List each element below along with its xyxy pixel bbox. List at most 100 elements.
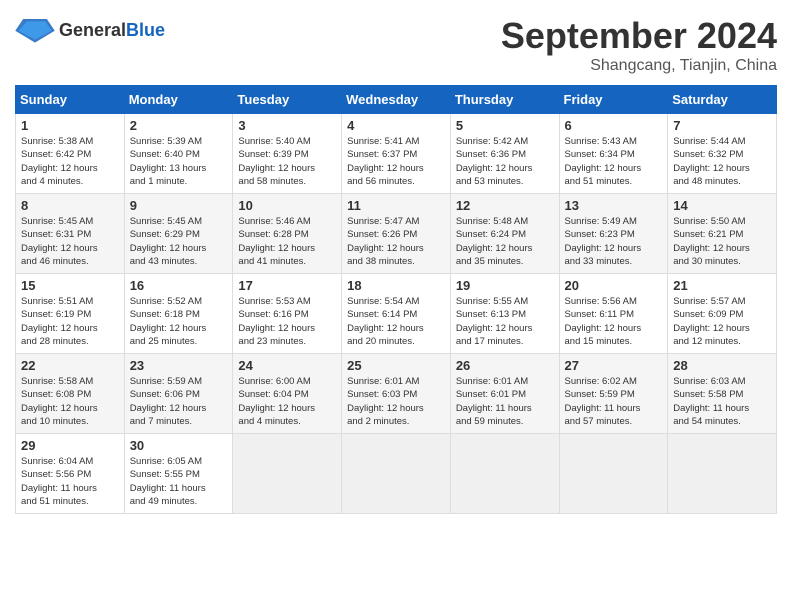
calendar-day-27: 27 Sunrise: 6:02 AM Sunset: 5:59 PM Dayli…: [559, 354, 668, 434]
day-info: Sunrise: 5:45 AM Sunset: 6:31 PM Dayligh…: [21, 215, 119, 268]
day-info: Sunrise: 5:59 AM Sunset: 6:06 PM Dayligh…: [130, 375, 228, 428]
calendar-week-row: 15 Sunrise: 5:51 AM Sunset: 6:19 PM Dayli…: [16, 274, 777, 354]
day-number: 15: [21, 278, 119, 293]
day-number: 5: [456, 118, 554, 133]
calendar-day-4: 4Sunrise: 5:41 AM Sunset: 6:37 PM Daylig…: [342, 114, 451, 194]
calendar-day-11: 11 Sunrise: 5:47 AM Sunset: 6:26 PM Dayli…: [342, 194, 451, 274]
col-header-friday: Friday: [559, 86, 668, 114]
day-number: 26: [456, 358, 554, 373]
day-info: Sunrise: 5:48 AM Sunset: 6:24 PM Dayligh…: [456, 215, 554, 268]
day-number: 18: [347, 278, 445, 293]
day-info: Sunrise: 5:53 AM Sunset: 6:16 PM Dayligh…: [238, 295, 336, 348]
header: GeneralBlue September 2024 Shangcang, Ti…: [15, 15, 777, 75]
calendar-day-26: 26 Sunrise: 6:01 AM Sunset: 6:01 PM Dayli…: [450, 354, 559, 434]
calendar-day-28: 28Sunrise: 6:03 AM Sunset: 5:58 PM Dayli…: [668, 354, 777, 434]
day-number: 29: [21, 438, 119, 453]
calendar-week-row: 1 Sunrise: 5:38 AM Sunset: 6:42 PM Daylig…: [16, 114, 777, 194]
calendar-week-row: 22 Sunrise: 5:58 AM Sunset: 6:08 PM Dayli…: [16, 354, 777, 434]
day-number: 30: [130, 438, 228, 453]
day-info: Sunrise: 5:51 AM Sunset: 6:19 PM Dayligh…: [21, 295, 119, 348]
day-info: Sunrise: 5:43 AM Sunset: 6:34 PM Dayligh…: [565, 135, 663, 188]
day-info: Sunrise: 5:56 AM Sunset: 6:11 PM Dayligh…: [565, 295, 663, 348]
calendar-day-24: 24 Sunrise: 6:00 AM Sunset: 6:04 PM Dayli…: [233, 354, 342, 434]
calendar-day-8: 8 Sunrise: 5:45 AM Sunset: 6:31 PM Daylig…: [16, 194, 125, 274]
calendar-day-9: 9Sunrise: 5:45 AM Sunset: 6:29 PM Daylig…: [124, 194, 233, 274]
calendar-day-17: 17 Sunrise: 5:53 AM Sunset: 6:16 PM Dayli…: [233, 274, 342, 354]
month-title: September 2024: [501, 15, 777, 57]
logo-blue: Blue: [126, 20, 165, 40]
calendar-day-empty: [559, 434, 668, 514]
day-number: 4: [347, 118, 445, 133]
day-info: Sunrise: 6:04 AM Sunset: 5:56 PM Dayligh…: [21, 455, 119, 508]
location: Shangcang, Tianjin, China: [501, 57, 777, 75]
calendar-day-5: 5 Sunrise: 5:42 AM Sunset: 6:36 PM Daylig…: [450, 114, 559, 194]
calendar-week-row: 8 Sunrise: 5:45 AM Sunset: 6:31 PM Daylig…: [16, 194, 777, 274]
calendar-day-22: 22 Sunrise: 5:58 AM Sunset: 6:08 PM Dayli…: [16, 354, 125, 434]
day-info: Sunrise: 6:03 AM Sunset: 5:58 PM Dayligh…: [673, 375, 771, 428]
col-header-thursday: Thursday: [450, 86, 559, 114]
logo-icon: [15, 15, 55, 45]
day-info: Sunrise: 5:40 AM Sunset: 6:39 PM Dayligh…: [238, 135, 336, 188]
day-info: Sunrise: 6:02 AM Sunset: 5:59 PM Dayligh…: [565, 375, 663, 428]
calendar-day-13: 13Sunrise: 5:49 AM Sunset: 6:23 PM Dayli…: [559, 194, 668, 274]
calendar-day-empty: [233, 434, 342, 514]
col-header-tuesday: Tuesday: [233, 86, 342, 114]
day-number: 24: [238, 358, 336, 373]
day-number: 22: [21, 358, 119, 373]
logo: GeneralBlue: [15, 15, 165, 45]
calendar-day-16: 16 Sunrise: 5:52 AM Sunset: 6:18 PM Dayli…: [124, 274, 233, 354]
day-number: 3: [238, 118, 336, 133]
day-number: 23: [130, 358, 228, 373]
day-info: Sunrise: 6:05 AM Sunset: 5:55 PM Dayligh…: [130, 455, 228, 508]
day-number: 8: [21, 198, 119, 213]
calendar-day-12: 12 Sunrise: 5:48 AM Sunset: 6:24 PM Dayli…: [450, 194, 559, 274]
col-header-sunday: Sunday: [16, 86, 125, 114]
day-info: Sunrise: 5:46 AM Sunset: 6:28 PM Dayligh…: [238, 215, 336, 268]
calendar-day-20: 20 Sunrise: 5:56 AM Sunset: 6:11 PM Dayli…: [559, 274, 668, 354]
calendar-day-empty: [668, 434, 777, 514]
calendar: SundayMondayTuesdayWednesdayThursdayFrid…: [15, 85, 777, 514]
calendar-day-1: 1 Sunrise: 5:38 AM Sunset: 6:42 PM Daylig…: [16, 114, 125, 194]
day-number: 20: [565, 278, 663, 293]
col-header-wednesday: Wednesday: [342, 86, 451, 114]
day-number: 14: [673, 198, 771, 213]
day-info: Sunrise: 5:58 AM Sunset: 6:08 PM Dayligh…: [21, 375, 119, 428]
day-number: 17: [238, 278, 336, 293]
day-number: 1: [21, 118, 119, 133]
title-block: September 2024 Shangcang, Tianjin, China: [501, 15, 777, 75]
logo-general: General: [59, 20, 126, 40]
calendar-day-6: 6Sunrise: 5:43 AM Sunset: 6:34 PM Daylig…: [559, 114, 668, 194]
day-number: 27: [565, 358, 663, 373]
day-info: Sunrise: 6:01 AM Sunset: 6:03 PM Dayligh…: [347, 375, 445, 428]
day-info: Sunrise: 5:50 AM Sunset: 6:21 PM Dayligh…: [673, 215, 771, 268]
day-info: Sunrise: 5:42 AM Sunset: 6:36 PM Dayligh…: [456, 135, 554, 188]
day-number: 12: [456, 198, 554, 213]
calendar-day-30: 30 Sunrise: 6:05 AM Sunset: 5:55 PM Dayli…: [124, 434, 233, 514]
day-info: Sunrise: 5:52 AM Sunset: 6:18 PM Dayligh…: [130, 295, 228, 348]
col-header-saturday: Saturday: [668, 86, 777, 114]
day-number: 9: [130, 198, 228, 213]
calendar-day-21: 21Sunrise: 5:57 AM Sunset: 6:09 PM Dayli…: [668, 274, 777, 354]
calendar-day-2: 2 Sunrise: 5:39 AM Sunset: 6:40 PM Daylig…: [124, 114, 233, 194]
calendar-day-25: 25 Sunrise: 6:01 AM Sunset: 6:03 PM Dayli…: [342, 354, 451, 434]
calendar-day-7: 7Sunrise: 5:44 AM Sunset: 6:32 PM Daylig…: [668, 114, 777, 194]
day-info: Sunrise: 6:00 AM Sunset: 6:04 PM Dayligh…: [238, 375, 336, 428]
calendar-header-row: SundayMondayTuesdayWednesdayThursdayFrid…: [16, 86, 777, 114]
calendar-day-10: 10Sunrise: 5:46 AM Sunset: 6:28 PM Dayli…: [233, 194, 342, 274]
day-info: Sunrise: 6:01 AM Sunset: 6:01 PM Dayligh…: [456, 375, 554, 428]
day-number: 25: [347, 358, 445, 373]
col-header-monday: Monday: [124, 86, 233, 114]
day-number: 16: [130, 278, 228, 293]
calendar-day-29: 29 Sunrise: 6:04 AM Sunset: 5:56 PM Dayli…: [16, 434, 125, 514]
calendar-day-empty: [450, 434, 559, 514]
day-info: Sunrise: 5:54 AM Sunset: 6:14 PM Dayligh…: [347, 295, 445, 348]
calendar-week-row: 29 Sunrise: 6:04 AM Sunset: 5:56 PM Dayli…: [16, 434, 777, 514]
calendar-day-14: 14 Sunrise: 5:50 AM Sunset: 6:21 PM Dayli…: [668, 194, 777, 274]
day-info: Sunrise: 5:38 AM Sunset: 6:42 PM Dayligh…: [21, 135, 119, 188]
calendar-day-18: 18 Sunrise: 5:54 AM Sunset: 6:14 PM Dayli…: [342, 274, 451, 354]
day-info: Sunrise: 5:39 AM Sunset: 6:40 PM Dayligh…: [130, 135, 228, 188]
day-info: Sunrise: 5:47 AM Sunset: 6:26 PM Dayligh…: [347, 215, 445, 268]
day-number: 11: [347, 198, 445, 213]
calendar-day-3: 3 Sunrise: 5:40 AM Sunset: 6:39 PM Daylig…: [233, 114, 342, 194]
day-number: 2: [130, 118, 228, 133]
